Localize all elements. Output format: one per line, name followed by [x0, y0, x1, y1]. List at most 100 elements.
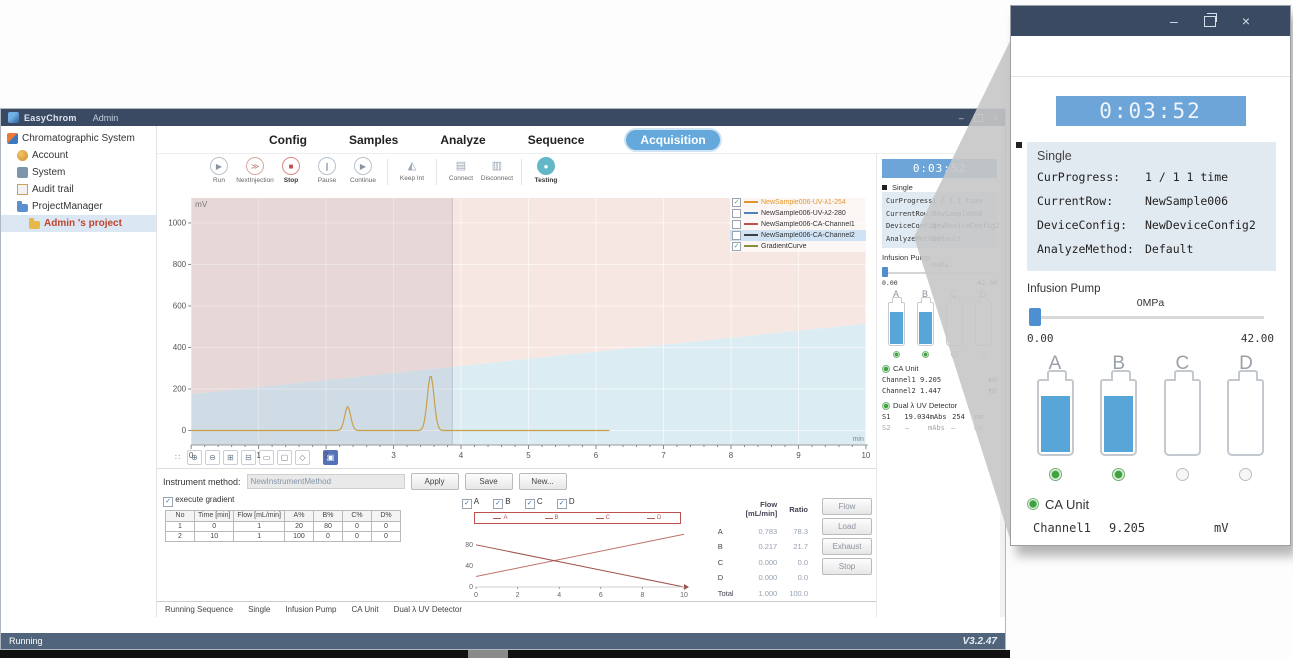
tab-single[interactable]: Single — [248, 605, 270, 614]
slider-handle-icon[interactable] — [882, 267, 888, 277]
legend-item[interactable]: NewSample006-CA-Channel2 — [730, 230, 866, 241]
checkbox-icon[interactable]: ✓ — [732, 198, 741, 207]
pressure-slider[interactable]: 0MPa — [1027, 299, 1274, 329]
minimize-icon[interactable]: – — [959, 113, 964, 123]
slider-handle-icon[interactable] — [1029, 308, 1041, 326]
svg-text:0: 0 — [189, 451, 194, 460]
series-swatch — [744, 245, 758, 247]
instrument-method-label: Instrument method: — [163, 477, 241, 487]
save-button[interactable]: Save — [465, 473, 513, 490]
pressure-value: 0MPa — [1027, 297, 1274, 309]
ca-channel-row: Channel19.205mV — [882, 376, 997, 384]
execute-gradient-label: execute gradient — [175, 495, 234, 504]
restore-icon[interactable] — [974, 114, 983, 122]
stop-flow-button[interactable]: Stop — [822, 558, 872, 575]
continue-button[interactable]: ▶ Continue — [345, 157, 381, 184]
expander-icon[interactable] — [882, 185, 887, 190]
next-injection-icon: ≫ — [246, 157, 264, 175]
execute-gradient-checkbox[interactable]: ✓ — [163, 497, 173, 507]
legend-item[interactable]: NewSample006-CA-Channel1 — [730, 219, 866, 230]
close-icon[interactable]: × — [993, 113, 998, 123]
svg-text:0: 0 — [469, 584, 473, 591]
testing-button[interactable]: ● Testing — [528, 157, 564, 184]
menu-sequence[interactable]: Sequence — [528, 133, 585, 147]
gradient-preview-section: ✓ A ✓ B ✓ C ✓ D A B C — [444, 495, 700, 601]
exhaust-button[interactable]: Exhaust — [822, 538, 872, 555]
table-row: D0.0000.0 — [712, 570, 814, 586]
channel-a-checkbox[interactable]: ✓ — [462, 499, 472, 509]
sidebar-item-system[interactable]: System — [1, 164, 156, 181]
flow-button[interactable]: Flow — [822, 498, 872, 515]
flow-table: Flow [mL/min] Ratio A0.78378.3 B0.21721.… — [712, 495, 814, 601]
channel-b-checkbox[interactable]: ✓ — [493, 499, 503, 509]
single-section-title: Single — [892, 183, 913, 192]
bottle-led[interactable] — [893, 351, 900, 358]
logged-in-user: Admin — [93, 113, 119, 123]
bottle-led[interactable] — [1049, 468, 1062, 481]
new-method-button[interactable]: New... — [519, 473, 567, 490]
apply-button[interactable]: Apply — [411, 473, 459, 490]
acquisition-toolbar: ▶ Run ≫ NextInjection ■ Stop — [157, 154, 876, 192]
legend-item[interactable]: ✓ GradientCurve — [730, 241, 866, 252]
bottle-led[interactable] — [1239, 468, 1252, 481]
channel-c-checkbox[interactable]: ✓ — [525, 499, 535, 509]
load-button[interactable]: Load — [822, 518, 872, 535]
bottle-led[interactable] — [1112, 468, 1125, 481]
toolbar-separator — [436, 159, 437, 185]
bottle-led[interactable] — [1176, 468, 1189, 481]
bottle — [1100, 379, 1137, 456]
run-timer: 0:03:52 — [882, 159, 997, 178]
pressure-value: 0MPa — [882, 262, 997, 269]
restore-icon[interactable] — [1204, 16, 1216, 27]
stop-button[interactable]: ■ Stop — [273, 157, 309, 184]
instrument-method-input[interactable]: NewInstrumentMethod — [247, 474, 405, 489]
menu-config[interactable]: Config — [269, 133, 307, 147]
gradient-table[interactable]: No Time [min] Flow [mL/min] A% B% C% D% — [165, 510, 401, 542]
expander-icon[interactable] — [1016, 142, 1022, 148]
checkbox-icon[interactable]: ✓ — [732, 242, 741, 251]
tab-infusion-pump[interactable]: Infusion Pump — [285, 605, 336, 614]
bottle-led[interactable] — [951, 351, 958, 358]
series-swatch — [744, 223, 758, 225]
next-injection-button[interactable]: ≫ NextInjection — [237, 157, 273, 184]
sidebar-item-project-manager[interactable]: ProjectManager — [1, 198, 156, 215]
checkbox-icon[interactable] — [732, 231, 741, 240]
bottle-led[interactable] — [980, 351, 987, 358]
close-icon[interactable]: × — [1242, 13, 1250, 29]
pause-button[interactable]: ∥ Pause — [309, 157, 345, 184]
minimize-icon[interactable]: – — [1170, 13, 1178, 29]
svg-text:0: 0 — [474, 592, 478, 599]
legend-item[interactable]: ✓ NewSample006-UV-λ1-254 — [730, 197, 866, 208]
sidebar-item-audit-trail[interactable]: Audit trail — [1, 181, 156, 198]
menu-analyze[interactable]: Analyze — [440, 133, 485, 147]
sidebar-item-admin-project[interactable]: Admin 's project — [1, 215, 156, 232]
menu-acquisition-active[interactable]: Acquisition — [626, 130, 719, 150]
main-window: EasyChrom Admin – × Chromatographic Syst… — [0, 108, 1006, 650]
tab-dual-uv-detector[interactable]: Dual λ UV Detector — [394, 605, 462, 614]
svg-text:5: 5 — [526, 451, 531, 460]
chromatogram-chart[interactable]: 01234567891002004006008001000mVmin ✓ New… — [157, 192, 876, 448]
sidebar-item-chromatographic-system[interactable]: Chromatographic System — [1, 130, 156, 147]
keep-int-button[interactable]: ◭ Keep Int — [394, 157, 430, 182]
run-button[interactable]: ▶ Run — [201, 157, 237, 184]
sidebar-item-account[interactable]: Account — [1, 147, 156, 164]
scrollbar[interactable] — [1000, 154, 1005, 617]
checkbox-icon[interactable] — [732, 220, 741, 229]
project-manager-folder-icon — [17, 204, 28, 212]
bottle-led[interactable] — [922, 351, 929, 358]
table-row: C0.0000.0 — [712, 554, 814, 570]
svg-text:400: 400 — [173, 343, 187, 352]
connect-button[interactable]: ▤ Connect — [443, 157, 479, 182]
svg-text:600: 600 — [173, 301, 187, 310]
channel-d-checkbox[interactable]: ✓ — [557, 499, 567, 509]
svg-text:200: 200 — [173, 384, 187, 393]
tab-ca-unit[interactable]: CA Unit — [351, 605, 378, 614]
legend-item[interactable]: NewSample006-UV-λ2-280 — [730, 208, 866, 219]
checkbox-icon[interactable] — [732, 209, 741, 218]
pressure-slider[interactable]: 0MPa — [882, 264, 997, 278]
svg-text:3: 3 — [391, 451, 396, 460]
status-tabs: Running Sequence Single Infusion Pump CA… — [157, 601, 876, 617]
menu-samples[interactable]: Samples — [349, 133, 398, 147]
disconnect-button[interactable]: ▥ Disconnect — [479, 157, 515, 182]
tab-running-sequence[interactable]: Running Sequence — [165, 605, 233, 614]
